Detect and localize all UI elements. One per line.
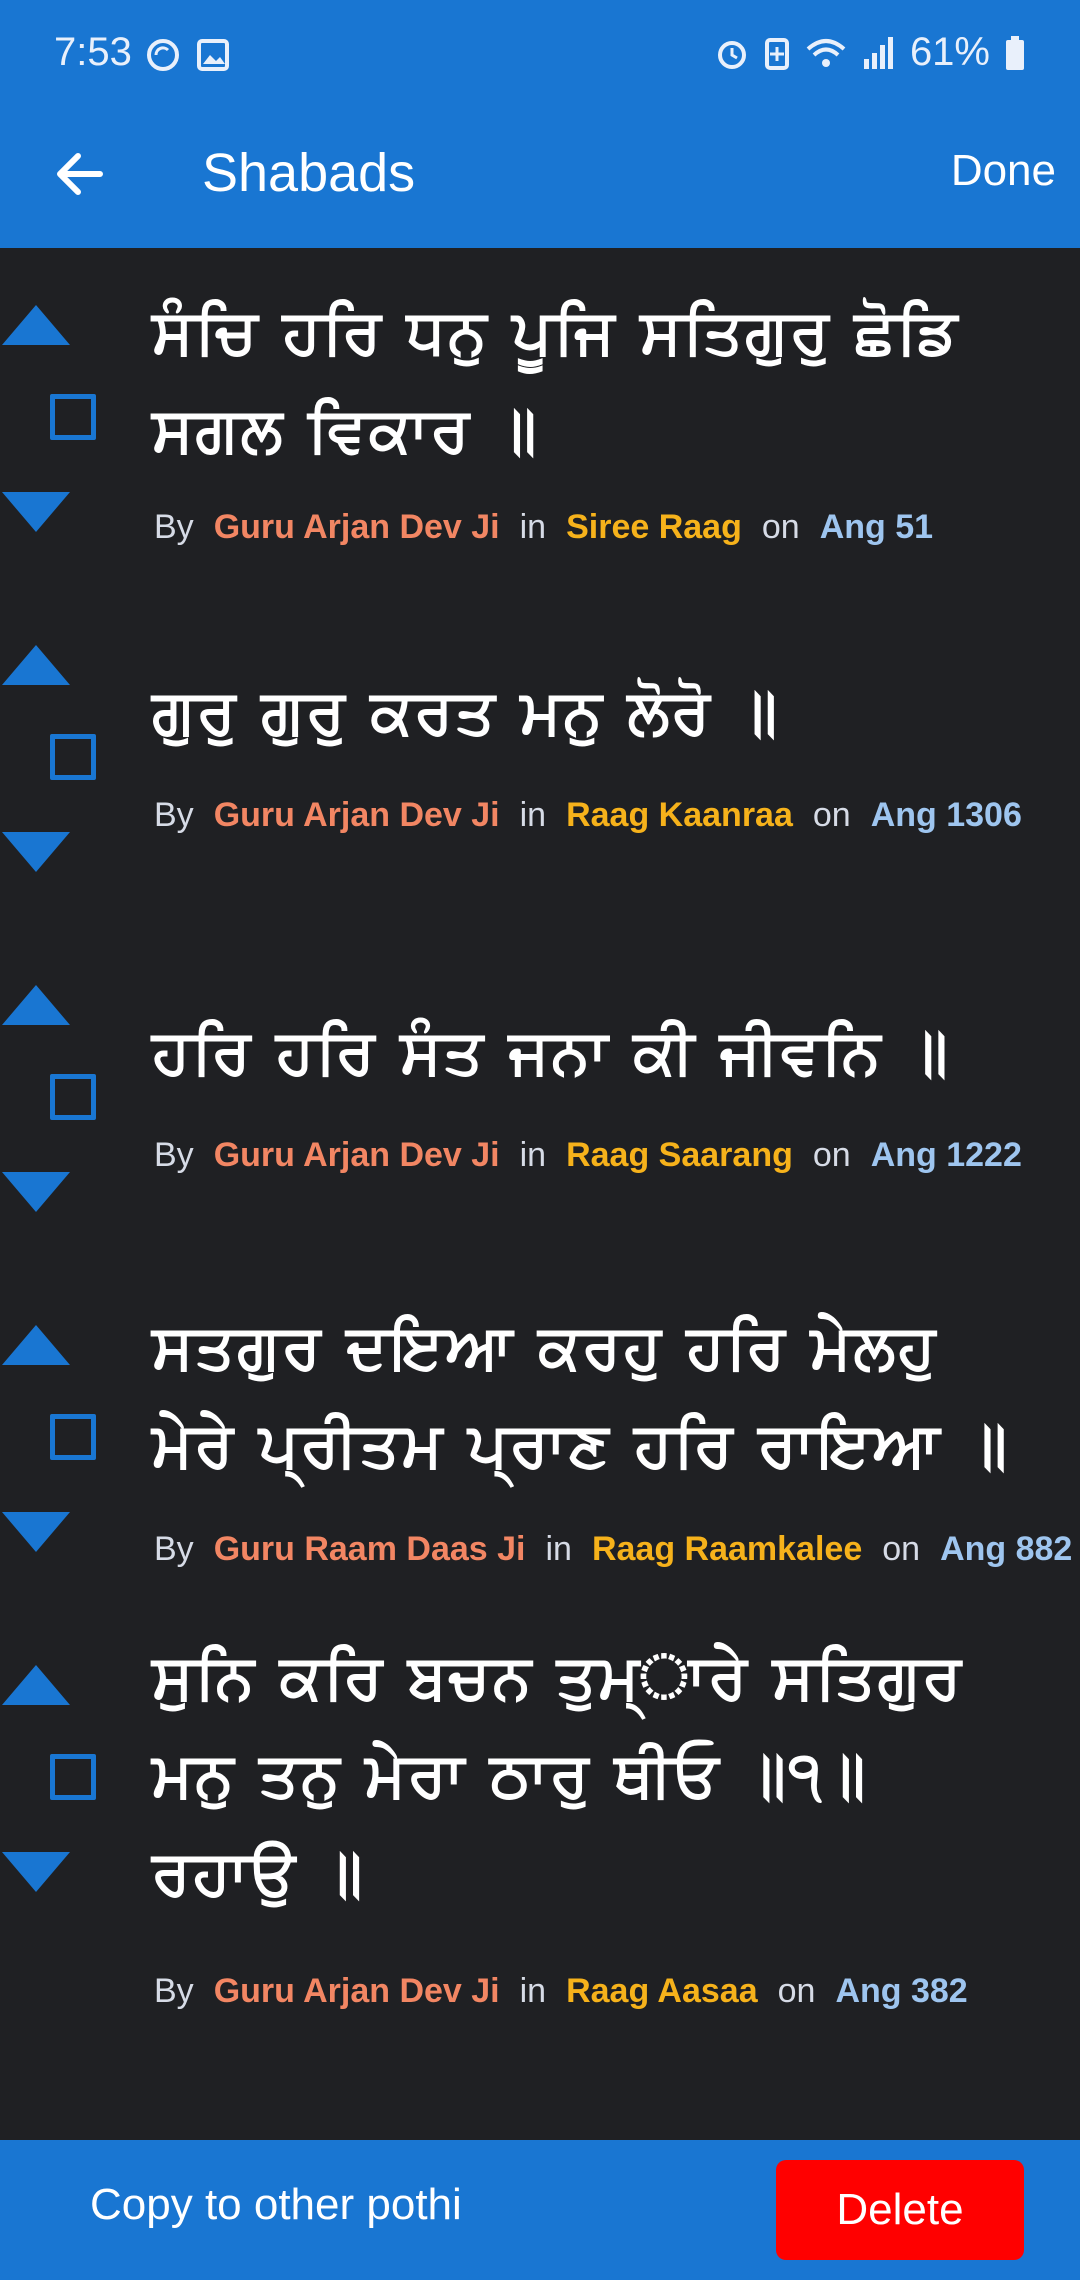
app-bar: Shabads Done bbox=[0, 112, 1080, 248]
by-label: By bbox=[154, 1972, 194, 2010]
writer-name: Guru Raam Daas Ji bbox=[213, 1530, 526, 1568]
status-bar: 7:53 61% bbox=[0, 0, 1080, 112]
list-item: ਗੁਰੁ ਗੁਰੁ ਕਰਤ ਮਨੁ ਲੋਰੋ ॥ By Guru Arjan De… bbox=[0, 588, 1080, 928]
on-label: on bbox=[882, 1530, 921, 1568]
move-up-icon[interactable] bbox=[0, 1663, 72, 1707]
on-label: on bbox=[761, 508, 800, 546]
select-checkbox[interactable] bbox=[50, 1074, 96, 1120]
move-down-icon[interactable] bbox=[0, 1510, 72, 1554]
by-label: By bbox=[154, 1530, 194, 1568]
raag-name: Raag Aasaa bbox=[566, 1972, 758, 2010]
in-label: in bbox=[519, 796, 547, 834]
copy-to-pothi-button[interactable]: Copy to other pothi bbox=[90, 2180, 462, 2230]
on-label: on bbox=[812, 796, 851, 834]
done-button[interactable]: Done bbox=[951, 146, 1056, 196]
move-down-icon[interactable] bbox=[0, 830, 72, 874]
on-label: on bbox=[777, 1972, 816, 2010]
sync-icon bbox=[147, 39, 179, 71]
move-up-icon[interactable] bbox=[0, 303, 72, 347]
battery-icon bbox=[1006, 35, 1024, 70]
gurbani-line: ਸੁਨਿ ਕਰਿ ਬਚਨ ਤੁਮ੍ਾਰੇ ਸਤਿਗੁਰ bbox=[152, 1640, 964, 1713]
gurbani-line: ਰਹਾਉ ॥ bbox=[152, 1836, 365, 1909]
writer-name: Guru Arjan Dev Ji bbox=[213, 796, 500, 834]
move-up-icon[interactable] bbox=[0, 1323, 72, 1367]
raag-name: Siree Raag bbox=[566, 508, 742, 546]
gurbani-text: ਸਤਗੁਰ ਦਇਆ ਕਰਹੁ ਹਰਿ ਮੇਲਹੁ ਮੇਰੇ ਪ੍ਰੀਤਮ ਪ੍ਰ… bbox=[152, 1298, 1040, 1494]
shabad-meta: By Guru Arjan Dev Ji in Raag Saarang on Ang 1… bbox=[154, 1136, 1022, 1175]
battery-percent: 61% bbox=[909, 30, 990, 74]
move-down-icon[interactable] bbox=[0, 490, 72, 534]
back-arrow-icon[interactable] bbox=[48, 142, 112, 206]
move-down-icon[interactable] bbox=[0, 1850, 72, 1894]
in-label: in bbox=[519, 508, 547, 546]
select-checkbox[interactable] bbox=[50, 394, 96, 440]
gurbani-text: ਗੁਰੁ ਗੁਰੁ ਕਰਤ ਮਨੁ ਲੋਰੋ ॥ bbox=[152, 663, 1040, 761]
raag-name: Raag Raamkalee bbox=[591, 1530, 863, 1568]
gurbani-line: ਸਗਲ ਵਿਕਾਰ ॥ bbox=[152, 393, 539, 466]
move-up-icon[interactable] bbox=[0, 643, 72, 687]
shabad-meta: By Guru Raam Daas Ji in Raag Raamkalee on Ang… bbox=[154, 1530, 1072, 1569]
shabad-meta: By Guru Arjan Dev Ji in Raag Kaanraa on Ang 1… bbox=[154, 796, 1022, 835]
by-label: By bbox=[154, 796, 194, 834]
gurbani-line: ਗੁਰੁ ਗੁਰੁ ਕਰਤ ਮਨੁ ਲੋਰੋ ॥ bbox=[152, 675, 780, 748]
image-icon bbox=[197, 39, 229, 71]
select-checkbox[interactable] bbox=[50, 1414, 96, 1460]
list-item: ਹਰਿ ਹਰਿ ਸੰਤ ਜਨਾ ਕੀ ਜੀਵਨਿ ॥ By Guru Arjan … bbox=[0, 928, 1080, 1268]
gurbani-text: ਹਰਿ ਹਰਿ ਸੰਤ ਜਨਾ ਕੀ ਜੀਵਨਿ ॥ bbox=[152, 1003, 1040, 1101]
shabad-list: ਸੰਚਿ ਹਰਿ ਧਨੁ ਪੂਜਿ ਸਤਿਗੁਰੁ ਛੋਡਿ ਸਗਲ ਵਿਕਾਰ… bbox=[0, 248, 1080, 2078]
delete-button[interactable]: Delete bbox=[776, 2160, 1024, 2260]
raag-name: Raag Kaanraa bbox=[566, 796, 793, 834]
select-checkbox[interactable] bbox=[50, 734, 96, 780]
in-label: in bbox=[545, 1530, 572, 1568]
gurbani-line: ਸਤਗੁਰ ਦਇਆ ਕਰਹੁ ਹਰਿ ਮੇਲਹੁ bbox=[152, 1310, 938, 1383]
in-label: in bbox=[519, 1136, 547, 1174]
ang-number: Ang 1222 bbox=[870, 1136, 1022, 1174]
signal-icon bbox=[863, 36, 893, 69]
ang-number: Ang 882 bbox=[940, 1530, 1073, 1568]
gurbani-line: ਸੰਚਿ ਹਰਿ ਧਨੁ ਪੂਜਿ ਸਤਿਗੁਰੁ ਛੋਡਿ bbox=[152, 295, 960, 368]
wifi-icon bbox=[806, 38, 846, 67]
page-title: Shabads bbox=[202, 143, 416, 203]
gurbani-line: ਮੇਰੇ ਪ੍ਰੀਤਮ ਪ੍ਰਾਣ ਹਰਿ ਰਾਇਆ ॥ bbox=[152, 1408, 1010, 1481]
shabad-meta: By Guru Arjan Dev Ji in Raag Aasaa on Ang 382 bbox=[154, 1972, 968, 2011]
writer-name: Guru Arjan Dev Ji bbox=[213, 508, 500, 546]
gurbani-text: ਸੁਨਿ ਕਰਿ ਬਚਨ ਤੁਮ੍ਾਰੇ ਸਤਿਗੁਰ ਮਨੁ ਤਨੁ ਮੇਰਾ… bbox=[152, 1628, 1040, 1922]
writer-name: Guru Arjan Dev Ji bbox=[213, 1136, 500, 1174]
battery-saver-icon bbox=[764, 37, 789, 70]
list-item: ਸੰਚਿ ਹਰਿ ਧਨੁ ਪੂਜਿ ਸਤਿਗੁਰੁ ਛੋਡਿ ਸਗਲ ਵਿਕਾਰ… bbox=[0, 248, 1080, 588]
ang-number: Ang 382 bbox=[835, 1972, 968, 2010]
move-down-icon[interactable] bbox=[0, 1170, 72, 1214]
ang-number: Ang 51 bbox=[819, 508, 934, 546]
gurbani-line: ਮਨੁ ਤਨੁ ਮੇਰਾ ਠਾਰੁ ਥੀਓ ॥੧॥ bbox=[152, 1738, 868, 1811]
list-item: ਸਤਗੁਰ ਦਇਆ ਕਰਹੁ ਹਰਿ ਮੇਲਹੁ ਮੇਰੇ ਪ੍ਰੀਤਮ ਪ੍ਰ… bbox=[0, 1268, 1080, 1608]
ang-number: Ang 1306 bbox=[870, 796, 1022, 834]
by-label: By bbox=[154, 508, 194, 546]
on-label: on bbox=[812, 1136, 851, 1174]
select-checkbox[interactable] bbox=[50, 1754, 96, 1800]
gurbani-text: ਸੰਚਿ ਹਰਿ ਧਨੁ ਪੂਜਿ ਸਤਿਗੁਰੁ ਛੋਡਿ ਸਗਲ ਵਿਕਾਰ… bbox=[152, 283, 1040, 479]
shabad-meta: By Guru Arjan Dev Ji in Siree Raag on Ang 51 bbox=[154, 508, 933, 547]
bottom-action-bar: Copy to other pothi Delete bbox=[0, 2140, 1080, 2280]
alarm-icon bbox=[717, 40, 746, 69]
raag-name: Raag Saarang bbox=[566, 1136, 793, 1174]
status-time: 7:53 bbox=[54, 30, 132, 74]
by-label: By bbox=[154, 1136, 194, 1174]
writer-name: Guru Arjan Dev Ji bbox=[213, 1972, 500, 2010]
gurbani-line: ਹਰਿ ਹਰਿ ਸੰਤ ਜਨਾ ਕੀ ਜੀਵਨਿ ॥ bbox=[152, 1015, 950, 1088]
move-up-icon[interactable] bbox=[0, 983, 72, 1027]
in-label: in bbox=[519, 1972, 547, 2010]
list-item: ਸੁਨਿ ਕਰਿ ਬਚਨ ਤੁਮ੍ਾਰੇ ਸਤਿਗੁਰ ਮਨੁ ਤਨੁ ਮੇਰਾ… bbox=[0, 1608, 1080, 2078]
